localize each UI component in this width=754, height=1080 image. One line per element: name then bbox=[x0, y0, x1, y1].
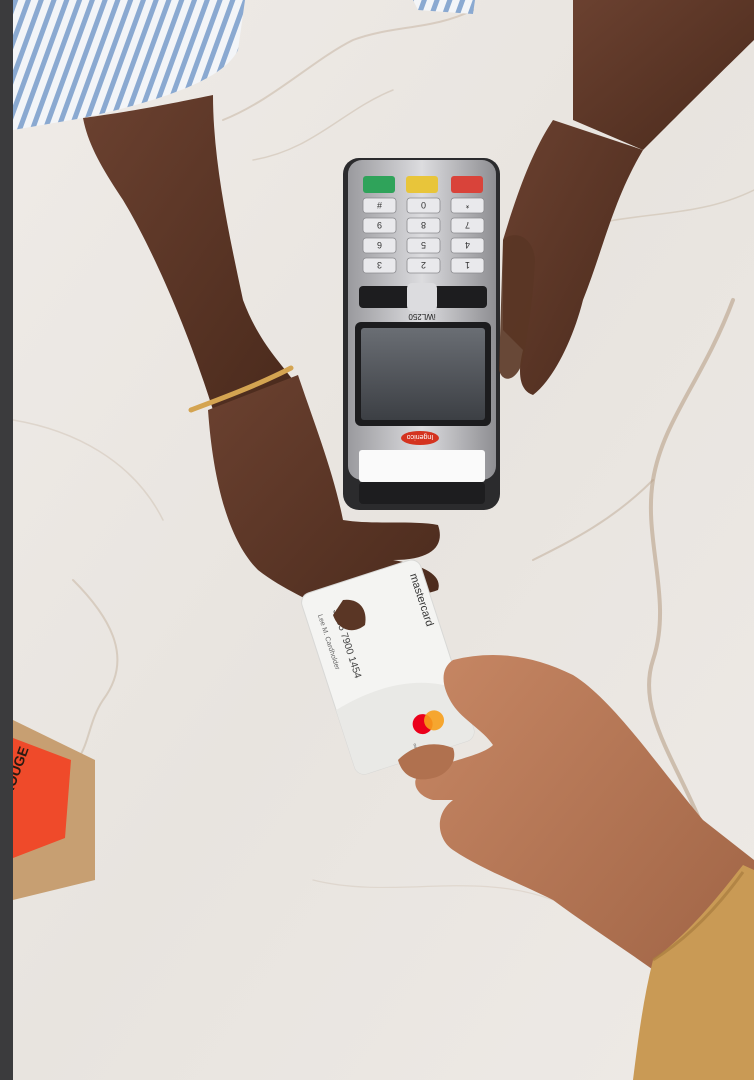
payment-terminal: #0 * 9 8 7 6 5 4 3 2 1 iWL250 Ingenico bbox=[343, 158, 500, 510]
payment-photo: ROUGE #0 *9 8 76 5 43 2 1 iWL250 Ingenic… bbox=[13, 0, 754, 1080]
key-red bbox=[451, 176, 483, 193]
terminal-model: iWL250 bbox=[408, 312, 436, 321]
photo-frame: ROUGE #0 * 9 8 7 6 5 4 3 2 1 iWL250 Inge… bbox=[0, 0, 754, 1080]
keypad-key-label: 0 bbox=[421, 200, 426, 210]
terminal-brand: Ingenico bbox=[407, 433, 434, 440]
keypad-key-label: 1 bbox=[465, 260, 470, 270]
keypad-key-label: 4 bbox=[465, 240, 470, 250]
keypad-key-label: 6 bbox=[377, 240, 382, 250]
key-yellow bbox=[406, 176, 438, 193]
nav-center-key bbox=[407, 283, 437, 311]
screen-edge-bar bbox=[0, 0, 13, 1080]
keypad-key-label: 2 bbox=[421, 260, 426, 270]
keypad-key-label: # bbox=[377, 200, 382, 210]
key-green bbox=[363, 176, 395, 193]
keypad-key-label: * bbox=[465, 200, 469, 210]
keypad-key-label: 7 bbox=[465, 220, 470, 230]
terminal-screen bbox=[361, 328, 485, 420]
photo-scene: ROUGE #0 * 9 8 7 6 5 4 3 2 1 iWL250 Inge… bbox=[13, 0, 754, 1080]
keypad-key-label: 3 bbox=[377, 260, 382, 270]
keypad-key-label: 9 bbox=[377, 220, 382, 230]
keypad-key-label: 5 bbox=[421, 240, 426, 250]
receipt-slot bbox=[359, 450, 485, 482]
keypad-key-label: 8 bbox=[421, 220, 426, 230]
